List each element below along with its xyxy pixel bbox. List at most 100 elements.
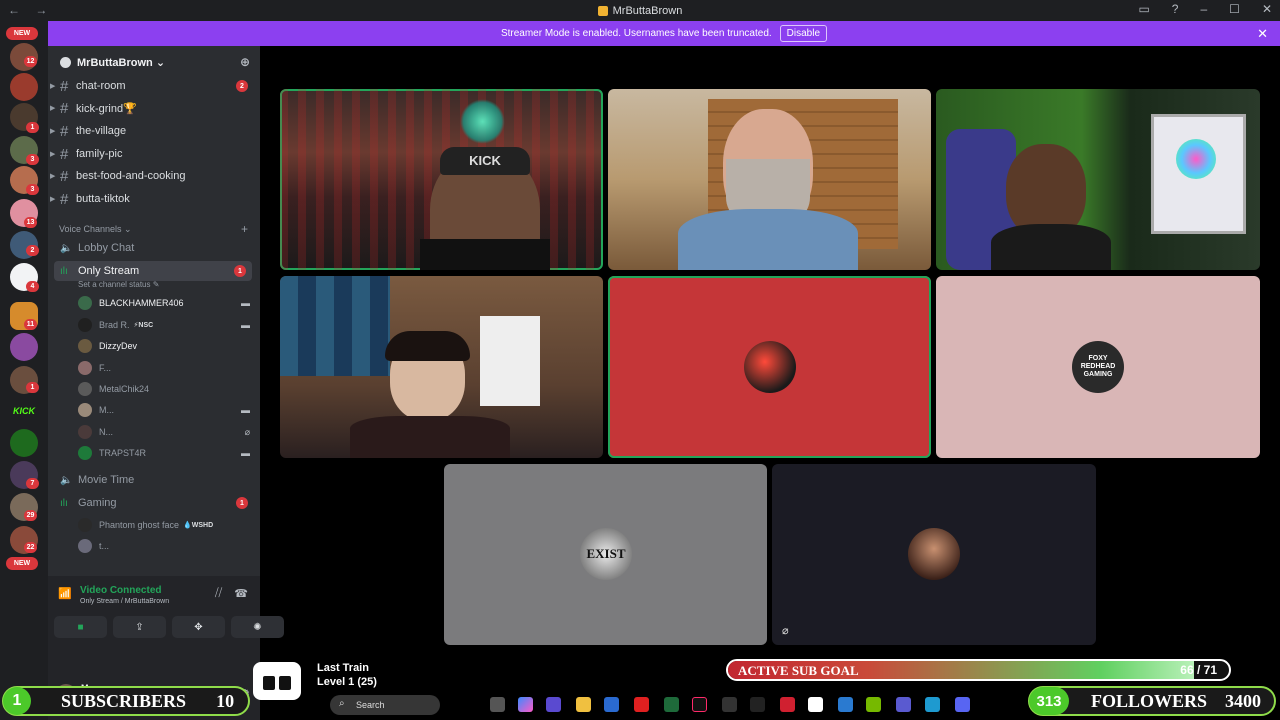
avatar bbox=[78, 339, 92, 353]
video-tile-2[interactable] bbox=[608, 89, 931, 270]
voice-user[interactable]: M... ▬ bbox=[78, 400, 250, 420]
voice-channel-gaming[interactable]: ılı Gaming 1 bbox=[48, 493, 260, 513]
shirt bbox=[678, 209, 858, 270]
server-badge: 11 bbox=[24, 319, 37, 330]
voice-user[interactable]: N... ⌀ bbox=[78, 422, 250, 442]
disconnect-icon[interactable]: ☎ bbox=[234, 587, 248, 600]
edge-icon[interactable] bbox=[838, 697, 853, 712]
minimize-icon[interactable]: – bbox=[1200, 2, 1207, 16]
soundboard-button[interactable]: ✺ bbox=[231, 616, 284, 638]
voice-channel-movie-time[interactable]: 🔈 Movie Time bbox=[48, 470, 260, 490]
hash-icon: # bbox=[60, 190, 69, 208]
channel-best-food-and-cooking[interactable]: ▶ # best-food-and-cooking bbox=[48, 165, 260, 187]
video-tile-1[interactable]: KICK bbox=[280, 89, 603, 270]
server-icon[interactable] bbox=[10, 333, 38, 361]
voice-channel-lobby-chat[interactable]: 🔈 Lobby Chat bbox=[48, 238, 260, 258]
channel-status[interactable]: Set a channel status ✎ bbox=[78, 280, 159, 289]
window-title: MrButtaBrown bbox=[612, 4, 683, 17]
video-tile-4[interactable] bbox=[280, 276, 603, 458]
video-tile-8[interactable]: ⌀ bbox=[772, 464, 1096, 645]
voice-user[interactable]: Brad R. ⚡NSC ▬ bbox=[78, 315, 250, 335]
avatar bbox=[78, 446, 92, 460]
sub-goal-bar: ACTIVE SUB GOAL 66 / 71 bbox=[726, 659, 1231, 681]
channel-family-pic[interactable]: ▶ # family-pic bbox=[48, 143, 260, 165]
voice-active-icon: ılı bbox=[60, 265, 68, 277]
grid-app-icon[interactable] bbox=[896, 697, 911, 712]
avatar bbox=[78, 382, 92, 396]
tiktok-icon[interactable] bbox=[692, 697, 707, 712]
disable-button[interactable]: Disable bbox=[779, 25, 828, 42]
voice-category[interactable]: Voice Channels ⌄ bbox=[59, 224, 132, 235]
hash-icon: # bbox=[60, 77, 69, 95]
voice-user[interactable]: t... bbox=[78, 536, 250, 556]
github-icon[interactable] bbox=[722, 697, 737, 712]
chrome-icon[interactable] bbox=[925, 697, 940, 712]
voice-user[interactable]: BLACKHAMMER406 ▬ bbox=[78, 293, 250, 313]
store-icon[interactable] bbox=[604, 697, 619, 712]
followers-count: 313 bbox=[1029, 687, 1069, 715]
wall-paper bbox=[480, 316, 540, 406]
camera-button[interactable]: ■ bbox=[54, 616, 107, 638]
voice-user[interactable]: TRAPST4R ▬ bbox=[78, 443, 250, 463]
nvidia-icon[interactable] bbox=[866, 697, 881, 712]
inbox-icon[interactable]: ▭ bbox=[1138, 2, 1149, 16]
kick-server-icon[interactable]: KICK bbox=[10, 401, 38, 421]
video-tile-3[interactable] bbox=[936, 89, 1260, 270]
server-icon[interactable] bbox=[10, 73, 38, 101]
screen-share-button[interactable]: ⇪ bbox=[113, 616, 166, 638]
add-voice-channel-icon[interactable]: + bbox=[241, 222, 248, 236]
followers-goal: 3400 bbox=[1225, 690, 1262, 711]
taskbar-search[interactable]: ⌕ Search bbox=[330, 695, 440, 715]
excel-icon[interactable] bbox=[664, 697, 679, 712]
copilot-icon[interactable] bbox=[518, 697, 533, 712]
activities-button[interactable]: ✥ bbox=[172, 616, 225, 638]
help-icon[interactable]: ? bbox=[1172, 2, 1179, 16]
video-icon: ▬ bbox=[241, 298, 250, 308]
sub-goal-count: 66 / 71 bbox=[1180, 663, 1217, 677]
video-tile-5[interactable] bbox=[608, 276, 931, 458]
video-tile-7[interactable]: EXIST bbox=[444, 464, 767, 645]
voice-status: Video Connected bbox=[80, 585, 162, 596]
server-header[interactable]: MrButtaBrown ⌄ ⊕ bbox=[48, 46, 260, 78]
discord-icon[interactable] bbox=[955, 697, 970, 712]
maximize-icon[interactable]: ☐ bbox=[1229, 2, 1240, 16]
channel-the-village[interactable]: ▶ # the-village bbox=[48, 120, 260, 142]
teams-icon[interactable] bbox=[546, 697, 561, 712]
collapse-arrow-icon: ▶ bbox=[50, 83, 56, 90]
voice-user[interactable]: Phantom ghost face 💧WSHD bbox=[78, 515, 250, 535]
channel-chat-room[interactable]: ▶ # chat-room 2 bbox=[48, 75, 260, 97]
banner-close-icon[interactable]: ✕ bbox=[1257, 26, 1268, 42]
file-explorer-icon[interactable] bbox=[576, 697, 591, 712]
youtube-icon[interactable] bbox=[634, 697, 649, 712]
channel-label: chat-room bbox=[76, 80, 126, 92]
nav-arrows[interactable]: ← → bbox=[8, 3, 53, 17]
server-icon[interactable] bbox=[10, 429, 38, 457]
close-window-icon[interactable]: ✕ bbox=[1262, 2, 1272, 16]
voice-user[interactable]: MetalChik24 bbox=[78, 379, 250, 399]
task-view-icon[interactable] bbox=[490, 697, 505, 712]
user-avatar bbox=[744, 341, 796, 393]
channel-label: butta-tiktok bbox=[76, 193, 130, 205]
noise-suppression-icon[interactable]: ⧸⧸ bbox=[215, 587, 222, 600]
signal-icon: 📶 bbox=[58, 588, 72, 600]
server-badge: 7 bbox=[26, 478, 39, 489]
app-icon[interactable] bbox=[780, 697, 795, 712]
title-bar: ← → MrButtaBrown ▭ ? – ☐ ✕ bbox=[0, 0, 1280, 21]
channel-kick-grind[interactable]: ▶ # kick-grind🏆 bbox=[48, 97, 260, 119]
hash-icon: # bbox=[60, 167, 69, 185]
video-tile-6[interactable]: FOXY REDHEAD GAMING bbox=[936, 276, 1260, 458]
channel-butta-tiktok[interactable]: ▶ # butta-tiktok bbox=[48, 188, 260, 210]
voice-location[interactable]: Only Stream / MrButtaBrown bbox=[80, 598, 169, 605]
voice-channel-only-stream[interactable]: ılı Only Stream 1 bbox=[54, 261, 252, 281]
video-icon: ▬ bbox=[241, 405, 250, 415]
user-name: t... bbox=[99, 541, 110, 551]
invite-icon[interactable]: ⊕ bbox=[240, 55, 250, 69]
game-icon[interactable] bbox=[750, 697, 765, 712]
rgb-fan bbox=[1176, 139, 1216, 179]
voice-user[interactable]: DizzyDev bbox=[78, 336, 250, 356]
voice-user[interactable]: F... bbox=[78, 358, 250, 378]
sub-goal-target: 71 bbox=[1203, 663, 1217, 677]
streamer-mode-banner: Streamer Mode is enabled. Usernames have… bbox=[48, 21, 1280, 46]
capcut-icon[interactable] bbox=[808, 697, 823, 712]
avatar bbox=[78, 425, 92, 439]
